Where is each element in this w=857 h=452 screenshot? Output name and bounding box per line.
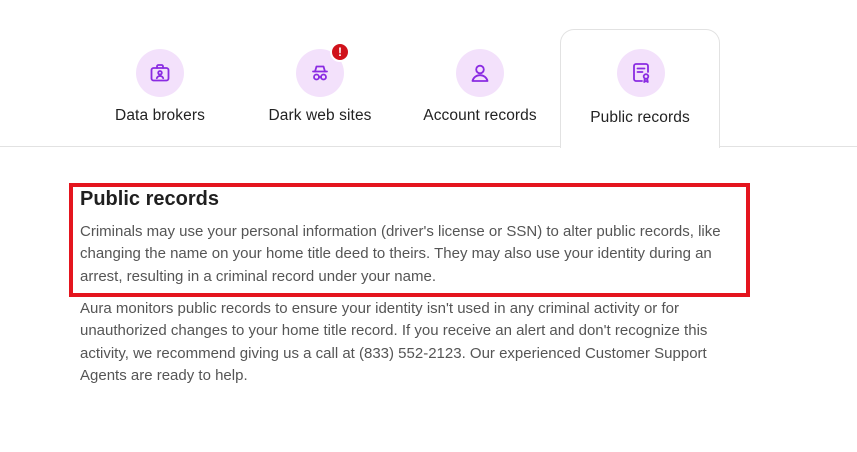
tab-label: Dark web sites [268,107,372,124]
tab-label: Data brokers [115,107,205,124]
tab-account-records[interactable]: Account records [400,30,560,147]
section-detail: Aura monitors public records to ensure y… [80,300,708,384]
tab-label: Account records [423,107,537,124]
tab-bar: Data brokers ! Dark web sites Account re… [0,0,857,148]
tab-public-records[interactable]: Public records [560,29,720,148]
user-icon [456,49,504,97]
briefcase-user-icon [136,49,184,97]
tab-data-brokers[interactable]: Data brokers [80,30,240,147]
section-intro: Criminals may use your personal informat… [80,223,721,285]
alert-badge: ! [330,42,350,62]
section-title: Public records [80,188,219,210]
document-certificate-icon [617,49,665,97]
tab-dark-web-sites[interactable]: ! Dark web sites [240,30,400,147]
tab-label: Public records [590,109,690,126]
public-records-section: Public records Criminals may use your pe… [80,188,740,288]
